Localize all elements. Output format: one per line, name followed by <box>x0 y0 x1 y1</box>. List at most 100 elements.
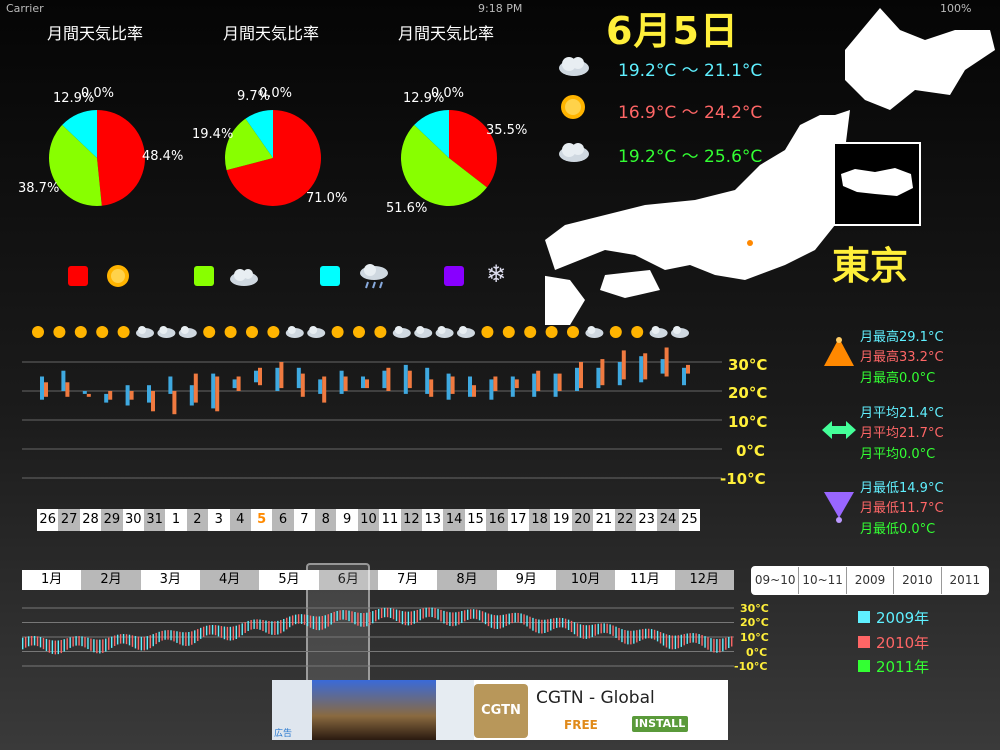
year-tab-2[interactable]: 2009 <box>847 567 895 594</box>
day-cell-18[interactable]: 18 <box>528 509 551 531</box>
year-bar <box>105 638 107 652</box>
year-bar <box>532 617 534 631</box>
pie-1-label-3: 0.0% <box>259 86 292 101</box>
year-bar <box>704 636 706 648</box>
day-cell-19[interactable]: 19 <box>550 509 572 531</box>
month-cell-11[interactable]: 11月 <box>615 570 675 590</box>
daily-bar-1-5 <box>258 367 262 386</box>
year-tab-3[interactable]: 2010 <box>894 567 942 594</box>
ad-video-thumb[interactable] <box>312 680 436 740</box>
day-cell-5[interactable]: 5 <box>250 509 273 531</box>
month-cell-7[interactable]: 7月 <box>377 570 438 590</box>
day-selector[interactable]: 26 27 28 29 30 31 1 2 3 4 5 6 7 8 9 10 11 12 13 14 15 16 17 18 1… <box>37 509 701 531</box>
cloud-icon <box>671 326 689 338</box>
day-cell-3[interactable]: 3 <box>208 509 230 531</box>
day-cell-21[interactable]: 21 <box>593 509 615 531</box>
day-cell-6[interactable]: 6 <box>272 509 294 531</box>
year-bar <box>520 613 522 624</box>
city-outline-box[interactable] <box>833 142 921 226</box>
day-cell-27[interactable]: 27 <box>58 509 80 531</box>
day-cell-12[interactable]: 12 <box>400 509 423 531</box>
ad-choices-label[interactable]: 広告 <box>274 726 292 739</box>
month-cell-1[interactable]: 1月 <box>22 570 82 590</box>
month-cell-9[interactable]: 9月 <box>496 570 556 590</box>
year-bar <box>499 615 502 629</box>
year-bar <box>90 638 92 651</box>
daily-bar-1-15 <box>472 385 476 397</box>
ad-install-button[interactable]: INSTALL <box>632 716 688 732</box>
year-bar <box>321 616 324 630</box>
day-cell-20[interactable]: 20 <box>571 509 594 531</box>
ytick2-10: 10°C <box>740 631 769 644</box>
day-cell-15[interactable]: 15 <box>464 509 487 531</box>
year-bar <box>440 609 442 622</box>
day-cell-24[interactable]: 24 <box>657 509 679 531</box>
pie-1-label-1: 19.4% <box>192 127 233 142</box>
year-bar <box>511 613 513 624</box>
pie-title-2009: 月間天気比率 <box>46 24 143 43</box>
year-bar <box>253 619 255 629</box>
year-bar <box>354 612 356 625</box>
day-cell-31[interactable]: 31 <box>143 509 166 531</box>
day-cell-26[interactable]: 26 <box>37 509 59 531</box>
year-bar <box>419 609 421 621</box>
ytick-20: 20°C <box>728 384 768 402</box>
day-cell-2[interactable]: 2 <box>186 509 209 531</box>
day-cell-4[interactable]: 4 <box>229 509 251 531</box>
month-cell-8[interactable]: 8月 <box>437 570 497 590</box>
max-2009: 月最高29.1°C <box>860 330 944 345</box>
ytick-10: 10°C <box>728 413 768 431</box>
avg-arrow-icon <box>822 421 856 439</box>
ad-banner[interactable]: 広告 CGTN CGTN - Global FREE INSTALL <box>272 680 728 740</box>
day-cell-11[interactable]: 11 <box>379 509 401 531</box>
ad-app-name[interactable]: CGTN - Global <box>536 688 655 708</box>
day-cell-14[interactable]: 14 <box>443 509 465 531</box>
month-cell-4[interactable]: 4月 <box>199 570 260 590</box>
year-bar <box>514 612 516 623</box>
month-selector[interactable]: 1月 2月 3月 4月 5月 6月 7月 8月 9月 10月 11月 12月 <box>22 570 734 590</box>
year-bar <box>567 619 570 630</box>
year-bar <box>386 607 389 618</box>
year-bar <box>309 615 312 628</box>
year-bar <box>410 611 413 625</box>
day-cell-17[interactable]: 17 <box>507 509 529 531</box>
month-cell-10[interactable]: 10月 <box>555 570 616 590</box>
year-bar <box>573 622 576 635</box>
day-cell-23[interactable]: 23 <box>635 509 658 531</box>
year-tab-0[interactable]: 09~10 <box>752 567 800 594</box>
day-cell-8[interactable]: 8 <box>315 509 337 531</box>
day-cell-22[interactable]: 22 <box>614 509 636 531</box>
year-bar <box>223 626 226 640</box>
year-bar <box>725 637 727 650</box>
month-cell-2[interactable]: 2月 <box>81 570 141 590</box>
day-cell-9[interactable]: 9 <box>336 509 358 531</box>
year-bar <box>627 630 629 645</box>
year-bar <box>639 629 641 641</box>
year-bar <box>392 608 395 620</box>
min-2011: 月最低0.0°C <box>860 522 936 537</box>
daily-temp-chart[interactable] <box>22 345 722 495</box>
day-cell-28[interactable]: 28 <box>79 509 102 531</box>
day-cell-10[interactable]: 10 <box>357 509 380 531</box>
snow-icon: ❄ <box>486 260 507 288</box>
month-cell-12[interactable]: 12月 <box>674 570 734 590</box>
day-cell-30[interactable]: 30 <box>122 509 144 531</box>
year-bar <box>33 635 36 646</box>
day-cell-16[interactable]: 16 <box>486 509 508 531</box>
year-tab-1[interactable]: 10~11 <box>799 567 847 594</box>
day-cell-1[interactable]: 1 <box>165 509 187 531</box>
day-cell-7[interactable]: 7 <box>293 509 316 531</box>
yearly-temp-chart[interactable] <box>22 600 734 675</box>
year-tab-4[interactable]: 2011 <box>942 567 988 594</box>
year-bar <box>428 607 430 617</box>
day-cell-29[interactable]: 29 <box>101 509 123 531</box>
year-bar <box>380 608 383 619</box>
day-cell-13[interactable]: 13 <box>422 509 444 531</box>
year-tab-bar[interactable]: 09~10 10~11 2009 2010 2011 <box>751 566 989 595</box>
month-cell-3[interactable]: 3月 <box>140 570 200 590</box>
daily-bar-1-11 <box>386 367 391 391</box>
legend-2009: 2009年 <box>876 609 930 627</box>
pie-0-label-0: 48.4% <box>142 149 183 164</box>
year-bar <box>642 629 644 640</box>
day-cell-25[interactable]: 25 <box>678 509 701 531</box>
